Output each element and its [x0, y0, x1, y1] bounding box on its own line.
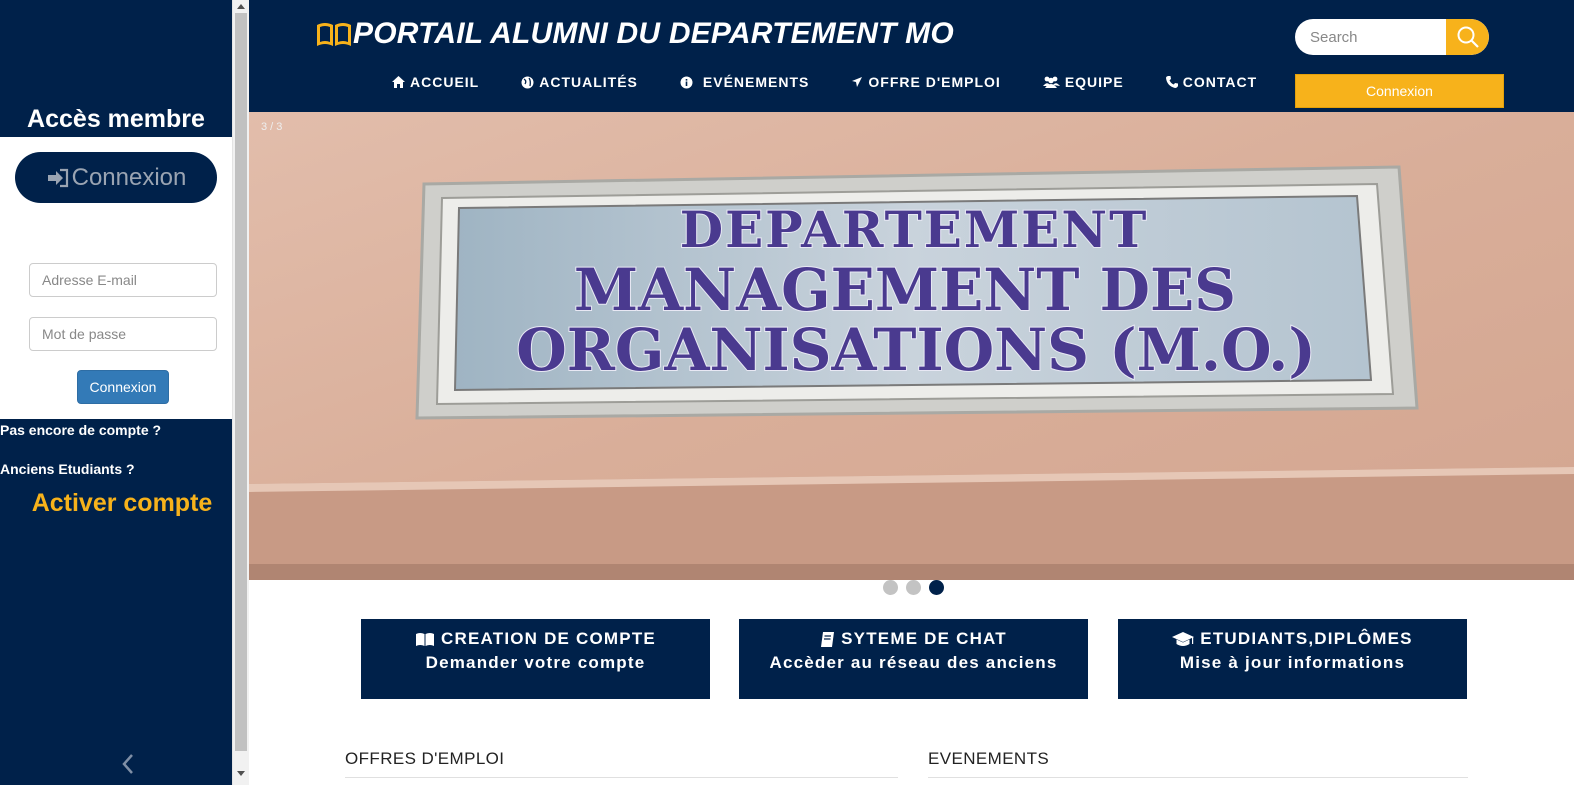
- slider-dot[interactable]: [906, 580, 921, 595]
- feature-create-account[interactable]: CREATION DE COMPTE Demander votre compte: [361, 619, 710, 699]
- feature-subtitle: Demander votre compte: [425, 653, 646, 672]
- nav-item-equipe[interactable]: EQUIPE: [1042, 74, 1124, 90]
- search-input[interactable]: [1295, 19, 1445, 55]
- events-section-title: EVENEMENTS: [928, 749, 1050, 768]
- sidebar-title: Accès membre: [27, 105, 205, 133]
- login-panel: Connexion Connexion: [0, 137, 232, 419]
- globe-icon: [521, 76, 534, 88]
- info-icon: [680, 76, 693, 88]
- search-box: [1295, 19, 1489, 55]
- feature-subtitle: Mise à jour informations: [1179, 653, 1406, 672]
- nav-label: CONTACT: [1182, 74, 1258, 90]
- nav-item-evenements[interactable]: EVÉNEMENTS: [680, 74, 809, 90]
- hero-slider[interactable]: DEPARTEMENT MANAGEMENT DES ORGANISATIONS…: [249, 112, 1574, 580]
- connexion-pill-label: Connexion: [71, 163, 187, 191]
- slider-dot-active[interactable]: [929, 580, 944, 595]
- sidebar-scrollbar[interactable]: [232, 0, 249, 785]
- password-field[interactable]: [29, 317, 217, 351]
- login-submit-button[interactable]: Connexion: [77, 370, 169, 404]
- feature-chat-system[interactable]: SYTEME DE CHAT Accèder au réseau des anc…: [739, 619, 1088, 699]
- scroll-down-arrow-icon[interactable]: [237, 771, 245, 776]
- feature-title: ETUDIANTS,DIPLÔMES: [1200, 629, 1413, 648]
- users-icon: [1042, 76, 1060, 88]
- sign-line-2: MANAGEMENT DES: [574, 256, 1236, 324]
- open-book-icon: [317, 23, 351, 46]
- nav-label: OFFRE D'EMPLOI: [868, 74, 1001, 90]
- sign-line-3: ORGANISATIONS (M.O.): [516, 316, 1316, 384]
- site-header: PORTAIL ALUMNI DU DEPARTEMENT MO ACCUEIL…: [249, 0, 1574, 112]
- activate-account-link[interactable]: Activer compte: [0, 489, 244, 518]
- nav-label: ACTUALITÉS: [539, 74, 638, 90]
- nav-item-offre-emploi[interactable]: OFFRE D'EMPLOI: [851, 74, 1000, 90]
- main-nav: ACCUEIL ACTUALITÉS EVÉNEMENTS OFFRE D'EM…: [392, 74, 1257, 90]
- member-sidebar: Accès membre Connexion Connexion Pas enc…: [0, 0, 232, 785]
- jobs-section-divider: [345, 777, 898, 778]
- slide-sign-text: DEPARTEMENT MANAGEMENT DES ORGANISATIONS…: [515, 199, 1317, 385]
- site-title-text: PORTAIL ALUMNI DU DEPARTEMENT MO: [353, 17, 954, 50]
- events-section-divider: [928, 777, 1468, 778]
- slider-dot[interactable]: [883, 580, 898, 595]
- nav-label: ACCUEIL: [410, 74, 480, 90]
- nav-item-actualites[interactable]: ACTUALITÉS: [521, 74, 638, 90]
- feature-title: CREATION DE COMPTE: [441, 629, 656, 648]
- sign-line-1: DEPARTEMENT: [680, 200, 1149, 259]
- slide-counter: 3 / 3: [261, 121, 283, 133]
- email-field[interactable]: [29, 263, 217, 297]
- scroll-up-arrow-icon[interactable]: [237, 4, 245, 9]
- search-icon: [1457, 26, 1479, 48]
- header-login-button[interactable]: Connexion: [1295, 74, 1504, 108]
- nav-item-accueil[interactable]: ACCUEIL: [392, 74, 479, 90]
- nav-label: EVÉNEMENTS: [702, 74, 810, 90]
- plane-icon: [852, 77, 863, 87]
- home-icon: [392, 76, 405, 88]
- graduation-cap-icon: [1172, 631, 1195, 646]
- feature-subtitle: Accèder au réseau des anciens: [769, 653, 1058, 672]
- sign-in-icon: [47, 168, 68, 187]
- no-account-link[interactable]: Pas encore de compte ?: [0, 422, 161, 438]
- slider-dots: [883, 580, 952, 595]
- chevron-left-icon[interactable]: [118, 752, 138, 776]
- nav-label: EQUIPE: [1064, 74, 1124, 90]
- jobs-section-title: OFFRES D'EMPLOI: [345, 749, 505, 768]
- phone-icon: [1165, 76, 1178, 88]
- book-icon: [416, 633, 435, 646]
- nav-item-contact[interactable]: CONTACT: [1165, 74, 1258, 90]
- feature-students-graduates[interactable]: ETUDIANTS,DIPLÔMES Mise à jour informati…: [1118, 619, 1467, 699]
- connexion-pill-button[interactable]: Connexion: [15, 152, 217, 203]
- scroll-thumb[interactable]: [235, 13, 247, 751]
- site-title[interactable]: PORTAIL ALUMNI DU DEPARTEMENT MO: [315, 17, 954, 51]
- search-button[interactable]: [1446, 19, 1489, 55]
- notebook-icon: [821, 631, 835, 647]
- old-students-link[interactable]: Anciens Etudiants ?: [0, 461, 135, 477]
- feature-title: SYTEME DE CHAT: [841, 629, 1007, 648]
